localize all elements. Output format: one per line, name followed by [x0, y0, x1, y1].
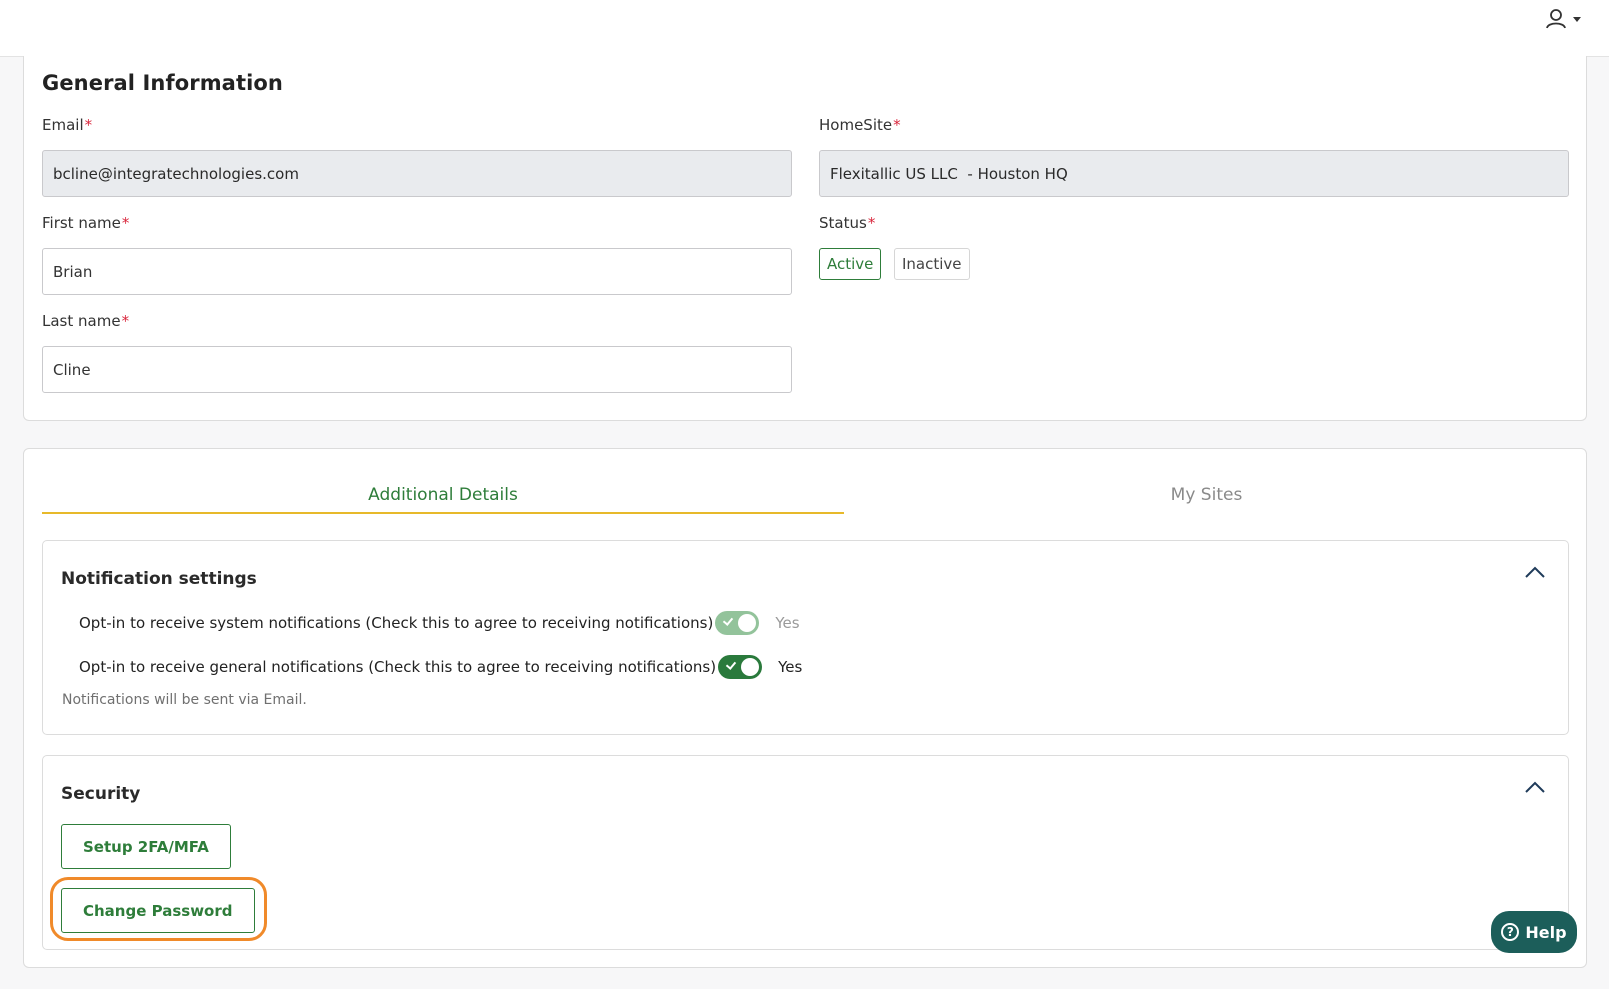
general-notifications-toggle[interactable] — [718, 655, 763, 679]
tab-additional-details[interactable]: Additional Details — [42, 477, 844, 513]
first-name-label: First name* — [42, 214, 129, 232]
toggle-knob — [741, 658, 760, 676]
tab-my-sites[interactable]: My Sites — [844, 477, 1569, 513]
status-active-button[interactable]: Active — [819, 248, 882, 280]
chevron-down-icon — [1573, 16, 1581, 22]
check-icon — [723, 615, 734, 626]
system-notifications-row: Opt-in to receive system notifications (… — [79, 611, 800, 635]
status-inactive-button[interactable]: Inactive — [894, 248, 970, 280]
first-name-field[interactable]: Brian — [42, 248, 792, 295]
required-marker: * — [121, 214, 130, 232]
last-name-label: Last name* — [42, 312, 129, 330]
last-name-label-text: Last name — [42, 312, 121, 330]
help-label: Help — [1525, 922, 1567, 942]
system-notifications-state: Yes — [775, 614, 800, 632]
check-icon — [725, 659, 737, 670]
user-icon — [1546, 9, 1566, 29]
security-panel: Security Setup 2FA/MFA Change Password — [42, 755, 1569, 950]
homesite-label: HomeSite* — [819, 116, 901, 134]
details-card: Additional Details My Sites Notification… — [23, 448, 1587, 968]
security-title: Security — [61, 784, 141, 804]
email-label-text: Email — [42, 116, 84, 134]
system-notifications-label: Opt-in to receive system notifications (… — [79, 614, 714, 632]
email-field[interactable]: bcline@integratechnologies.com — [42, 150, 792, 197]
help-button[interactable]: ? Help — [1491, 911, 1577, 953]
system-notifications-toggle[interactable] — [715, 611, 760, 635]
section-title: General Information — [42, 71, 283, 95]
last-name-field[interactable]: Cline — [42, 346, 792, 393]
required-marker: * — [121, 312, 130, 330]
email-label: Email* — [42, 116, 92, 134]
status-label-text: Status — [819, 214, 867, 232]
general-notifications-row: Opt-in to receive general notifications … — [79, 655, 802, 679]
required-marker: * — [893, 116, 901, 134]
active-tab-indicator — [42, 512, 844, 514]
homesite-field[interactable]: Flexitallic US LLC - Houston HQ — [819, 150, 1569, 197]
notification-settings-panel: Notification settings Opt-in to receive … — [42, 540, 1569, 735]
top-bar — [0, 0, 1609, 57]
chevron-up-icon[interactable] — [1524, 780, 1546, 794]
help-icon: ? — [1501, 923, 1520, 941]
homesite-label-text: HomeSite — [819, 116, 893, 134]
notification-settings-title: Notification settings — [61, 569, 257, 589]
status-label: Status* — [819, 214, 875, 232]
notification-note: Notifications will be sent via Email. — [62, 692, 307, 708]
chevron-up-icon[interactable] — [1524, 565, 1546, 579]
required-marker: * — [84, 116, 93, 134]
first-name-label-text: First name — [42, 214, 121, 232]
general-notifications-state: Yes — [778, 658, 803, 676]
user-menu[interactable] — [1545, 8, 1581, 30]
required-marker: * — [867, 214, 876, 232]
toggle-knob — [738, 614, 757, 632]
change-password-button[interactable]: Change Password — [61, 888, 255, 933]
general-information-card: General Information Email* bcline@integr… — [23, 56, 1587, 421]
setup-mfa-button[interactable]: Setup 2FA/MFA — [61, 824, 231, 869]
general-notifications-label: Opt-in to receive general notifications … — [79, 658, 717, 676]
